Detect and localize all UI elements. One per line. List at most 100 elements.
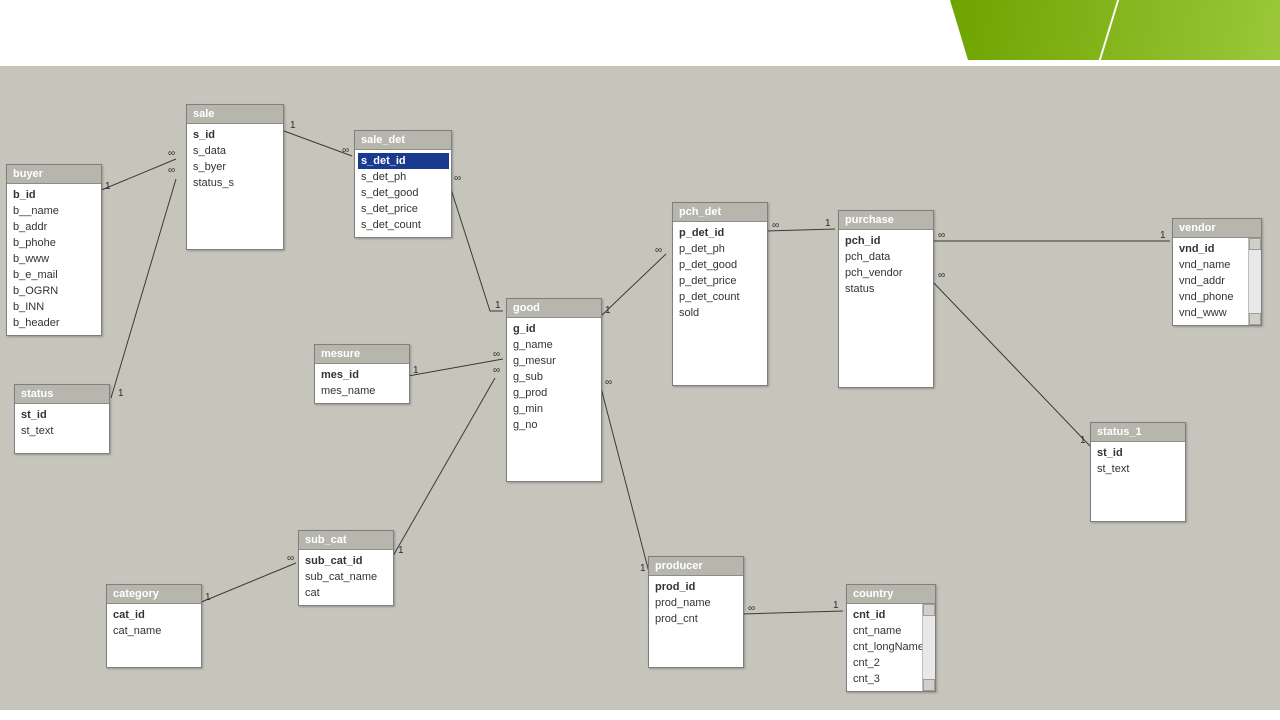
column-pk: cnt_id — [853, 607, 933, 623]
table-producer[interactable]: producer prod_id prod_name prod_cnt — [648, 556, 744, 668]
table-mesure[interactable]: mesure mes_id mes_name — [314, 344, 410, 404]
column: b_OGRN — [13, 283, 99, 299]
column: mes_name — [321, 383, 407, 399]
card-many-icon: ∞ — [493, 366, 500, 376]
table-title: vendor — [1173, 219, 1261, 238]
table-title: status — [15, 385, 109, 404]
column: b_header — [13, 315, 99, 331]
column: g_min — [513, 401, 599, 417]
table-status[interactable]: status st_id st_text — [14, 384, 110, 454]
table-title: sale — [187, 105, 283, 124]
column: p_det_price — [679, 273, 765, 289]
card-one: 1 — [640, 564, 646, 574]
column: cnt_name — [853, 623, 933, 639]
card-one: 1 — [825, 219, 831, 229]
card-many-icon: ∞ — [454, 174, 461, 184]
column-pk: pch_id — [845, 233, 931, 249]
card-one: 1 — [605, 306, 611, 316]
column: prod_name — [655, 595, 741, 611]
table-title: mesure — [315, 345, 409, 364]
table-buyer[interactable]: buyer b_id b__name b_addr b_phohe b_www … — [6, 164, 102, 336]
column: s_det_good — [361, 185, 449, 201]
card-many-icon: ∞ — [342, 146, 349, 156]
column: b__name — [13, 203, 99, 219]
card-many-icon: ∞ — [655, 246, 662, 256]
card-one: 1 — [290, 121, 296, 131]
column-pk: st_id — [1097, 445, 1183, 461]
card-one: 1 — [833, 601, 839, 611]
table-category[interactable]: category cat_id cat_name — [106, 584, 202, 668]
column: s_det_price — [361, 201, 449, 217]
column: sold — [679, 305, 765, 321]
scroll-down-icon[interactable] — [923, 679, 935, 691]
column: p_det_count — [679, 289, 765, 305]
table-good[interactable]: good g_id g_name g_mesur g_sub g_prod g_… — [506, 298, 602, 482]
column-pk: cat_id — [113, 607, 199, 623]
table-title: buyer — [7, 165, 101, 184]
table-sale[interactable]: sale s_id s_data s_byer status_s — [186, 104, 284, 250]
table-sale-det[interactable]: sale_det s_det_id s_det_ph s_det_good s_… — [354, 130, 452, 238]
scroll-down-icon[interactable] — [1249, 313, 1261, 325]
column: b_e_mail — [13, 267, 99, 283]
column: vnd_name — [1179, 257, 1259, 273]
card-one: 1 — [495, 301, 501, 311]
column: b_INN — [13, 299, 99, 315]
table-vendor[interactable]: vendor vnd_id vnd_name vnd_addr vnd_phon… — [1172, 218, 1262, 326]
card-many-icon: ∞ — [748, 604, 755, 614]
diagram-canvas: 1 ∞ ∞ 1 1 ∞ ∞ 1 ∞ 1 ∞ 1 1 ∞ 1 ∞ ∞ 1 ∞ 1 … — [0, 66, 1280, 710]
slide-corner-decor — [950, 0, 1280, 60]
card-many-icon: ∞ — [493, 350, 500, 360]
table-title: purchase — [839, 211, 933, 230]
card-many-icon: ∞ — [772, 221, 779, 231]
column: g_mesur — [513, 353, 599, 369]
scroll-up-icon[interactable] — [923, 604, 935, 616]
scrollbar[interactable] — [922, 604, 935, 691]
column: status_s — [193, 175, 281, 191]
card-one: 1 — [1080, 436, 1086, 446]
card-one: 1 — [1160, 231, 1166, 241]
column-pk: prod_id — [655, 579, 741, 595]
column: st_text — [21, 423, 107, 439]
scrollbar[interactable] — [1248, 238, 1261, 325]
card-one: 1 — [105, 182, 111, 192]
column: cnt_2 — [853, 655, 933, 671]
card-many-icon: ∞ — [168, 166, 175, 176]
column: g_name — [513, 337, 599, 353]
column: s_byer — [193, 159, 281, 175]
column-pk-selected: s_det_id — [358, 153, 449, 169]
column-pk: p_det_id — [679, 225, 765, 241]
column: pch_data — [845, 249, 931, 265]
table-title: sub_cat — [299, 531, 393, 550]
table-sub-cat[interactable]: sub_cat sub_cat_id sub_cat_name cat — [298, 530, 394, 606]
table-country[interactable]: country cnt_id cnt_name cnt_longName cnt… — [846, 584, 936, 692]
card-many-icon: ∞ — [287, 554, 294, 564]
column: vnd_www — [1179, 305, 1259, 321]
card-many-icon: ∞ — [938, 271, 945, 281]
column: s_det_ph — [361, 169, 449, 185]
column: vnd_phone — [1179, 289, 1259, 305]
column: status — [845, 281, 931, 297]
table-title: pch_det — [673, 203, 767, 222]
card-one: 1 — [205, 593, 211, 603]
column: cnt_3 — [853, 671, 933, 687]
table-purchase[interactable]: purchase pch_id pch_data pch_vendor stat… — [838, 210, 934, 388]
column: prod_cnt — [655, 611, 741, 627]
column: s_data — [193, 143, 281, 159]
column: s_det_count — [361, 217, 449, 233]
table-status-1[interactable]: status_1 st_id st_text — [1090, 422, 1186, 522]
table-title: status_1 — [1091, 423, 1185, 442]
card-one: 1 — [398, 546, 404, 556]
table-title: good — [507, 299, 601, 318]
column: sub_cat_name — [305, 569, 391, 585]
column: b_addr — [13, 219, 99, 235]
column: g_no — [513, 417, 599, 433]
column: b_phohe — [13, 235, 99, 251]
table-title: producer — [649, 557, 743, 576]
scroll-up-icon[interactable] — [1249, 238, 1261, 250]
column-pk: sub_cat_id — [305, 553, 391, 569]
column: cat_name — [113, 623, 199, 639]
card-one: 1 — [413, 366, 419, 376]
column: cat — [305, 585, 391, 601]
table-pch-det[interactable]: pch_det p_det_id p_det_ph p_det_good p_d… — [672, 202, 768, 386]
card-one: 1 — [118, 389, 124, 399]
